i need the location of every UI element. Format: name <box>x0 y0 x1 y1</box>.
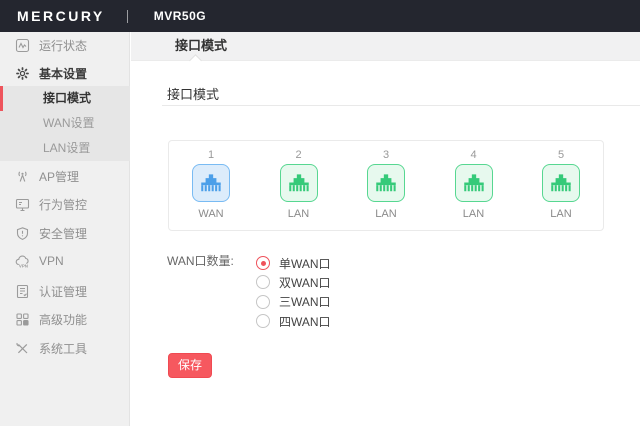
ethernet-port-icon <box>455 164 493 202</box>
port-number: 2 <box>295 149 301 163</box>
brand-logo: MERCURY <box>17 8 105 24</box>
radio-button[interactable] <box>256 275 270 289</box>
submenu-item-label: WAN设置 <box>43 116 95 130</box>
port-5-lan: 5 LAN <box>539 149 583 230</box>
radio-option-single-wan[interactable]: 单WAN口 <box>256 256 331 270</box>
sidebar-item-auth-management[interactable]: 认证管理 <box>0 280 130 302</box>
wan-count-label: WAN口数量: <box>167 252 234 269</box>
section-title: 接口模式 <box>167 84 219 103</box>
port-label: LAN <box>550 208 571 220</box>
port-3-lan: 3 LAN <box>364 149 408 230</box>
port-label: LAN <box>288 208 309 220</box>
gear-icon <box>15 66 30 81</box>
section-divider <box>162 105 640 106</box>
port-label: WAN <box>198 208 223 220</box>
monitor-icon <box>15 197 30 212</box>
sidebar-item-basic-settings[interactable]: 基本设置 <box>0 62 130 84</box>
sidebar-item-behavior-control[interactable]: 行为管控 <box>0 193 130 215</box>
port-number: 5 <box>558 149 564 163</box>
radio-option-triple-wan[interactable]: 三WAN口 <box>256 295 331 309</box>
radio-option-label[interactable]: 四WAN口 <box>279 313 331 330</box>
tools-icon <box>15 341 30 356</box>
sidebar-item-label: 行为管控 <box>39 196 87 213</box>
port-2-lan: 2 LAN <box>277 149 321 230</box>
ethernet-port-icon <box>280 164 318 202</box>
wan-count-radio-group: 单WAN口 双WAN口 三WAN口 四WAN口 <box>256 256 331 334</box>
radio-option-quad-wan[interactable]: 四WAN口 <box>256 314 331 328</box>
shield-icon <box>15 226 30 241</box>
sidebar-item-label: 系统工具 <box>39 340 87 357</box>
sidebar-item-security-management[interactable]: 安全管理 <box>0 222 130 244</box>
radio-option-label[interactable]: 三WAN口 <box>279 293 331 310</box>
port-4-lan: 4 LAN <box>452 149 496 230</box>
sidebar-item-label: AP管理 <box>39 168 79 185</box>
sidebar-item-vpn[interactable]: VPN VPN <box>0 250 130 272</box>
ethernet-port-icon <box>192 164 230 202</box>
radio-button[interactable] <box>256 256 270 270</box>
page-header-bar: 接口模式 <box>131 32 640 61</box>
sidebar-item-label: 认证管理 <box>39 283 87 300</box>
radio-button[interactable] <box>256 314 270 328</box>
document-check-icon <box>15 284 30 299</box>
port-status-panel: 1 WAN 2 LAN 3 LAN 4 LAN <box>168 140 604 231</box>
topbar: MERCURY MVR50G <box>0 0 640 32</box>
submenu-item-label: 接口模式 <box>43 91 91 105</box>
basic-settings-submenu: 接口模式 WAN设置 LAN设置 <box>0 86 130 161</box>
submenu-item-label: LAN设置 <box>43 141 90 155</box>
radio-button[interactable] <box>256 295 270 309</box>
cloud-vpn-icon: VPN <box>15 254 30 269</box>
radio-option-label[interactable]: 双WAN口 <box>279 274 331 291</box>
submenu-item-wan-settings[interactable]: WAN设置 <box>0 111 130 136</box>
antenna-icon <box>15 169 30 184</box>
main-content: 接口模式 1 WAN 2 LAN 3 LAN 4 <box>131 61 640 426</box>
port-number: 4 <box>470 149 476 163</box>
page-title: 接口模式 <box>175 32 227 60</box>
submenu-item-interface-mode[interactable]: 接口模式 <box>0 86 130 111</box>
port-label: LAN <box>375 208 396 220</box>
radio-option-dual-wan[interactable]: 双WAN口 <box>256 275 331 289</box>
sidebar-item-label: 基本设置 <box>39 65 87 82</box>
submenu-item-lan-settings[interactable]: LAN设置 <box>0 136 130 161</box>
save-button[interactable]: 保存 <box>168 353 212 378</box>
sidebar-item-label: 安全管理 <box>39 225 87 242</box>
sidebar-item-label: 运行状态 <box>39 37 87 54</box>
sidebar-item-label: VPN <box>39 254 64 268</box>
grid-icon <box>15 312 30 327</box>
topbar-divider <box>127 10 128 23</box>
sidebar-item-label: 高级功能 <box>39 311 87 328</box>
sidebar-item-advanced-functions[interactable]: 高级功能 <box>0 308 130 330</box>
port-1-wan: 1 WAN <box>189 149 233 230</box>
port-number: 1 <box>208 149 214 163</box>
radio-option-label[interactable]: 单WAN口 <box>279 255 331 272</box>
ethernet-port-icon <box>367 164 405 202</box>
ethernet-port-icon <box>542 164 580 202</box>
port-number: 3 <box>383 149 389 163</box>
svg-text:VPN: VPN <box>19 263 28 268</box>
sidebar-item-ap-management[interactable]: AP管理 <box>0 165 130 187</box>
sidebar-item-system-tools[interactable]: 系统工具 <box>0 337 130 359</box>
activity-icon <box>15 38 30 53</box>
device-model: MVR50G <box>154 9 206 23</box>
sidebar: 运行状态 基本设置 接口模式 WAN设置 LAN设置 <box>0 32 130 426</box>
sidebar-item-running-status[interactable]: 运行状态 <box>0 34 130 56</box>
port-label: LAN <box>463 208 484 220</box>
